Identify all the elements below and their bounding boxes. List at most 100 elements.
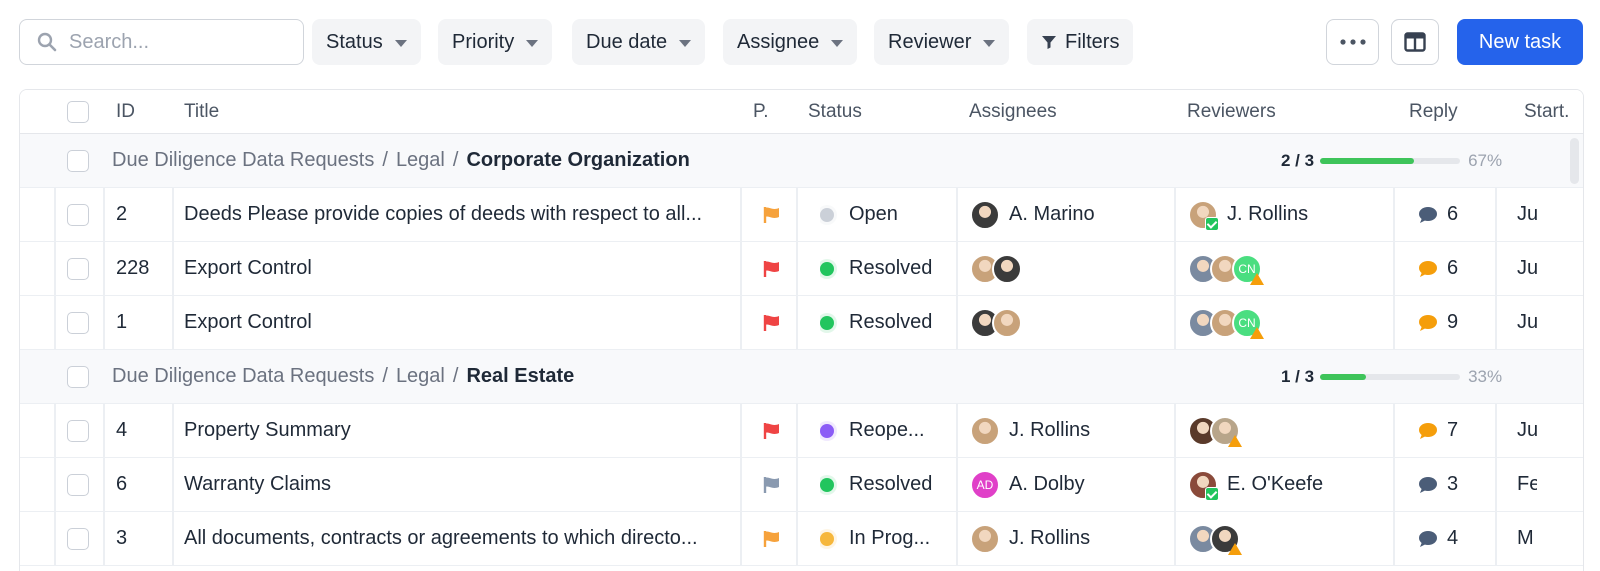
priority-cell[interactable] [763, 512, 781, 565]
status-cell[interactable]: Resolved [820, 242, 932, 295]
select-all-checkbox[interactable] [67, 100, 89, 123]
priority-cell[interactable] [763, 188, 781, 241]
group-checkbox-cell [67, 134, 89, 187]
reviewers-cell[interactable]: CN [1188, 296, 1264, 349]
breadcrumb-item[interactable]: Due Diligence Data Requests [112, 149, 374, 172]
priority-filter-button[interactable]: Priority [438, 19, 553, 65]
group-name: Real Estate [466, 365, 575, 387]
breadcrumb-separator: / [382, 365, 388, 387]
reply-count: 3 [1447, 473, 1459, 495]
task-id: 228 [116, 257, 150, 279]
table-row[interactable]: 228 Export Control Resolved CN 6 Ju [20, 242, 1583, 296]
column-divider [796, 242, 798, 295]
task-title[interactable]: Property Summary [184, 404, 732, 457]
progress-percent: 67% [1468, 150, 1503, 170]
task-title[interactable]: Export Control [184, 296, 732, 349]
reply-cell[interactable]: 9 [1418, 296, 1458, 349]
table-row[interactable]: 4 Property Summary Reope... J. Rollins 7 Ju [20, 404, 1583, 458]
assignees-cell[interactable] [970, 296, 1022, 349]
status-cell[interactable]: Reope... [820, 404, 925, 457]
group-row[interactable]: Due Diligence Data Requests / Legal / Real E… [20, 350, 1583, 404]
group-checkbox[interactable] [67, 149, 89, 172]
status-cell[interactable]: In Prog... [820, 512, 930, 565]
reviewers-cell[interactable]: E. O'Keefe [1188, 458, 1323, 511]
status-cell[interactable]: Resolved [820, 458, 932, 511]
new-task-button[interactable]: New task [1457, 19, 1583, 65]
status-label: Reope... [849, 419, 925, 441]
reply-cell[interactable]: 4 [1418, 512, 1458, 565]
table-row[interactable]: 2 Deeds Please provide copies of deeds wi… [20, 188, 1583, 242]
breadcrumb-item[interactable]: Legal [396, 149, 445, 172]
priority-cell[interactable] [763, 242, 781, 295]
assignee-filter-button[interactable]: Assignee [723, 19, 858, 65]
progress-bar [1320, 157, 1461, 164]
column-header-reply[interactable]: Reply [1409, 90, 1458, 133]
breadcrumb-separator: / [452, 365, 459, 387]
reply-count: 9 [1447, 311, 1459, 333]
filters-button[interactable]: Filters [1027, 19, 1134, 65]
search-box[interactable] [19, 19, 304, 65]
layout-toggle-button[interactable] [1391, 19, 1439, 65]
toolbar: Status Priority Due date Assignee Review… [19, 19, 1600, 65]
priority-cell[interactable] [763, 296, 781, 349]
task-title[interactable]: Warranty Claims [184, 458, 732, 511]
reply-cell[interactable]: 7 [1418, 404, 1458, 457]
group-checkbox[interactable] [67, 365, 89, 388]
row-checkbox[interactable] [67, 311, 89, 334]
avatar [1210, 415, 1242, 447]
start-date: Fe [1517, 473, 1537, 495]
reviewer-filter-button[interactable]: Reviewer [874, 19, 1010, 65]
reviewer-name: J. Rollins [1227, 203, 1309, 225]
column-header-start[interactable]: Start. [1524, 90, 1569, 133]
due-date-filter-label: Due date [586, 30, 668, 53]
reviewers-cell[interactable] [1188, 512, 1242, 565]
status-cell[interactable]: Open [820, 188, 898, 241]
search-input[interactable] [69, 30, 269, 54]
column-divider [796, 512, 798, 565]
row-checkbox[interactable] [67, 419, 89, 442]
assignees-cell[interactable]: J. Rollins [970, 404, 1090, 457]
table-row[interactable]: 3 All documents, contracts or agreements … [20, 512, 1583, 566]
table-row[interactable]: 1 Export Control Resolved CN 9 Ju [20, 296, 1583, 350]
row-checkbox[interactable] [67, 257, 89, 280]
priority-cell[interactable] [763, 404, 781, 457]
status-filter-label: Status [326, 30, 383, 53]
reviewers-cell[interactable] [1188, 404, 1242, 457]
column-header-id[interactable]: ID [116, 90, 135, 133]
reply-cell[interactable]: 6 [1418, 188, 1458, 241]
column-divider [1495, 242, 1497, 295]
column-header-assignees[interactable]: Assignees [969, 90, 1057, 133]
column-header-reviewers[interactable]: Reviewers [1187, 90, 1276, 133]
scrollbar-thumb[interactable] [1570, 138, 1579, 184]
reply-cell[interactable]: 6 [1418, 242, 1458, 295]
reviewers-cell[interactable]: CN [1188, 242, 1264, 295]
task-title[interactable]: Export Control [184, 242, 732, 295]
status-cell[interactable]: Resolved [820, 296, 932, 349]
assignees-cell[interactable]: A. Marino [970, 188, 1095, 241]
reply-cell[interactable]: 3 [1418, 458, 1458, 511]
avatar [970, 199, 1000, 230]
assignees-cell[interactable] [970, 242, 1022, 295]
row-checkbox[interactable] [67, 527, 89, 550]
breadcrumb-item[interactable]: Due Diligence Data Requests [112, 365, 374, 388]
column-divider [103, 512, 105, 565]
task-title[interactable]: All documents, contracts or agreements t… [184, 512, 732, 565]
reviewers-cell[interactable]: J. Rollins [1188, 188, 1308, 241]
due-date-filter-button[interactable]: Due date [572, 19, 706, 65]
column-header-priority[interactable]: P. [753, 90, 769, 133]
group-row[interactable]: Due Diligence Data Requests / Legal / Corpor… [20, 134, 1583, 188]
row-checkbox[interactable] [67, 203, 89, 226]
column-header-status[interactable]: Status [808, 90, 862, 133]
column-header-title[interactable]: Title [184, 90, 219, 133]
task-title[interactable]: Deeds Please provide copies of deeds wit… [184, 188, 732, 241]
table-row[interactable]: 6 Warranty Claims Resolved AD A. Dolby E. O'K… [20, 458, 1583, 512]
breadcrumb-item[interactable]: Legal [396, 365, 445, 388]
column-divider [103, 242, 105, 295]
priority-cell[interactable] [763, 458, 781, 511]
more-options-button[interactable] [1326, 19, 1379, 65]
assignees-cell[interactable]: J. Rollins [970, 512, 1090, 565]
assignee-name: A. Dolby [1009, 473, 1085, 495]
assignees-cell[interactable]: AD A. Dolby [970, 458, 1085, 511]
row-checkbox[interactable] [67, 473, 89, 496]
status-filter-button[interactable]: Status [312, 19, 421, 65]
